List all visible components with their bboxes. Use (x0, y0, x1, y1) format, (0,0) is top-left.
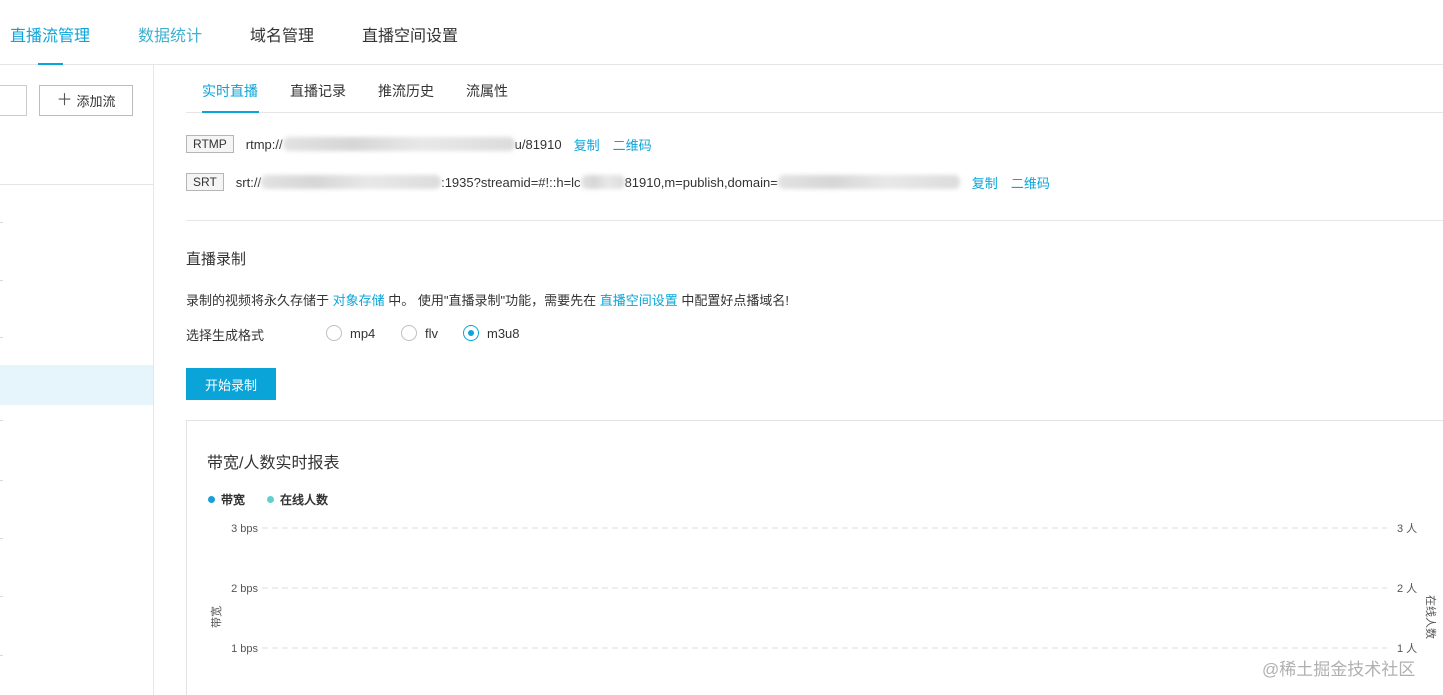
rtmp-qrcode-link[interactable]: 二维码 (613, 135, 652, 154)
tab-push-history[interactable]: 推流历史 (378, 81, 434, 101)
desc-text: 录制的视频将永久存储于 (186, 293, 333, 308)
srt-qrcode-link[interactable]: 二维码 (1011, 173, 1050, 192)
nav-tab-space-settings[interactable]: 直播空间设置 (362, 22, 458, 46)
radio-circle-selected[interactable] (463, 325, 479, 341)
rtmp-url-suffix: u/81910 (514, 136, 562, 152)
y-left-axis-label: 带宽 (209, 606, 223, 628)
srt-url-prefix: srt:// (235, 174, 262, 190)
format-radio-mp4[interactable]: mp4 (326, 325, 375, 341)
tab-stream-properties[interactable]: 流属性 (466, 81, 508, 101)
list-separator (0, 420, 3, 421)
panel-divider (0, 184, 153, 185)
list-separator (0, 480, 3, 481)
tab-live-records[interactable]: 直播记录 (290, 81, 346, 101)
format-label: 选择生成格式 (186, 328, 265, 343)
space-settings-link[interactable]: 直播空间设置 (600, 293, 678, 308)
tab-active-indicator (202, 111, 259, 113)
redacted-blur (261, 175, 442, 189)
stream-list-item-selected[interactable] (0, 365, 153, 405)
stream-list-panel: ＋ 添加流 (0, 65, 154, 695)
nav-tab-stream-management[interactable]: 直播流管理 (10, 22, 90, 46)
rtmp-copy-link[interactable]: 复制 (574, 135, 600, 154)
recording-description: 录制的视频将永久存储于 对象存储 中。 使用"直播录制"功能，需要先在 直播空间… (186, 290, 789, 309)
y-left-tick-label: 3 bps (231, 523, 258, 535)
list-separator (0, 280, 3, 281)
list-separator (0, 222, 3, 223)
watermark: @稀土掘金技术社区 (1262, 660, 1416, 679)
rtmp-url-row: RTMP rtmp:// u/81910 复制 二维码 (186, 134, 652, 154)
search-input[interactable] (0, 85, 27, 116)
srt-url-row: SRT srt:// :1935?streamid=#!::h=lc 81910… (186, 172, 1050, 192)
srt-url-part3: 81910,m=publish,domain= (624, 174, 778, 190)
start-recording-button[interactable]: 开始录制 (186, 368, 276, 400)
list-separator (0, 538, 3, 539)
rtmp-url-prefix: rtmp:// (245, 136, 283, 152)
y-left-tick-label: 2 bps (231, 583, 258, 595)
radio-circle[interactable] (326, 325, 342, 341)
y-right-tick-label: 2 人 (1397, 582, 1417, 595)
radio-label: mp4 (350, 325, 376, 341)
chart-plot: 3 bps 3 人 2 bps 2 人 1 bps 1 人 带宽 在线人数 (209, 522, 1438, 655)
srt-url-part2: :1935?streamid=#!::h=lc (441, 174, 581, 190)
desc-text: 中配置好点播域名! (677, 293, 789, 308)
top-nav: 直播流管理 数据统计 域名管理 直播空间设置 (0, 0, 1443, 65)
add-stream-button[interactable]: ＋ 添加流 (39, 85, 133, 116)
desc-text: 中。 使用"直播录制"功能，需要先在 (384, 293, 600, 308)
section-divider (186, 220, 1443, 221)
list-separator (0, 337, 3, 338)
format-radio-flv[interactable]: flv (401, 325, 438, 341)
radio-label: m3u8 (487, 325, 520, 341)
redacted-blur (580, 175, 625, 189)
object-storage-link[interactable]: 对象存储 (333, 293, 385, 308)
y-right-tick-label: 3 人 (1397, 522, 1417, 535)
nav-tab-statistics[interactable]: 数据统计 (138, 22, 202, 46)
srt-tag: SRT (186, 173, 224, 191)
detail-tabs: 实时直播 直播记录 推流历史 流属性 (186, 65, 1443, 113)
format-radio-m3u8[interactable]: m3u8 (463, 325, 520, 341)
list-separator (0, 655, 3, 656)
add-stream-label: 添加流 (76, 94, 116, 109)
realtime-report-card: 带宽/人数实时报表 带宽 在线人数 3 bps 3 人2 bps 2 人1 bps 1… (186, 420, 1443, 695)
y-right-axis-label: 在线人数 (1424, 595, 1438, 639)
rtmp-tag: RTMP (186, 135, 234, 153)
nav-tab-domain-management[interactable]: 域名管理 (250, 22, 314, 46)
radio-label: flv (425, 325, 438, 341)
tab-live[interactable]: 实时直播 (202, 81, 258, 101)
redacted-blur (282, 137, 515, 151)
list-separator (0, 596, 3, 597)
recording-section-title: 直播录制 (186, 251, 247, 268)
plus-icon: ＋ (56, 91, 73, 109)
radio-circle[interactable] (401, 325, 417, 341)
y-right-tick-label: 1 人 (1397, 642, 1417, 655)
y-left-tick-label: 1 bps (231, 643, 258, 655)
srt-copy-link[interactable]: 复制 (972, 173, 998, 192)
redacted-blur (777, 175, 960, 189)
